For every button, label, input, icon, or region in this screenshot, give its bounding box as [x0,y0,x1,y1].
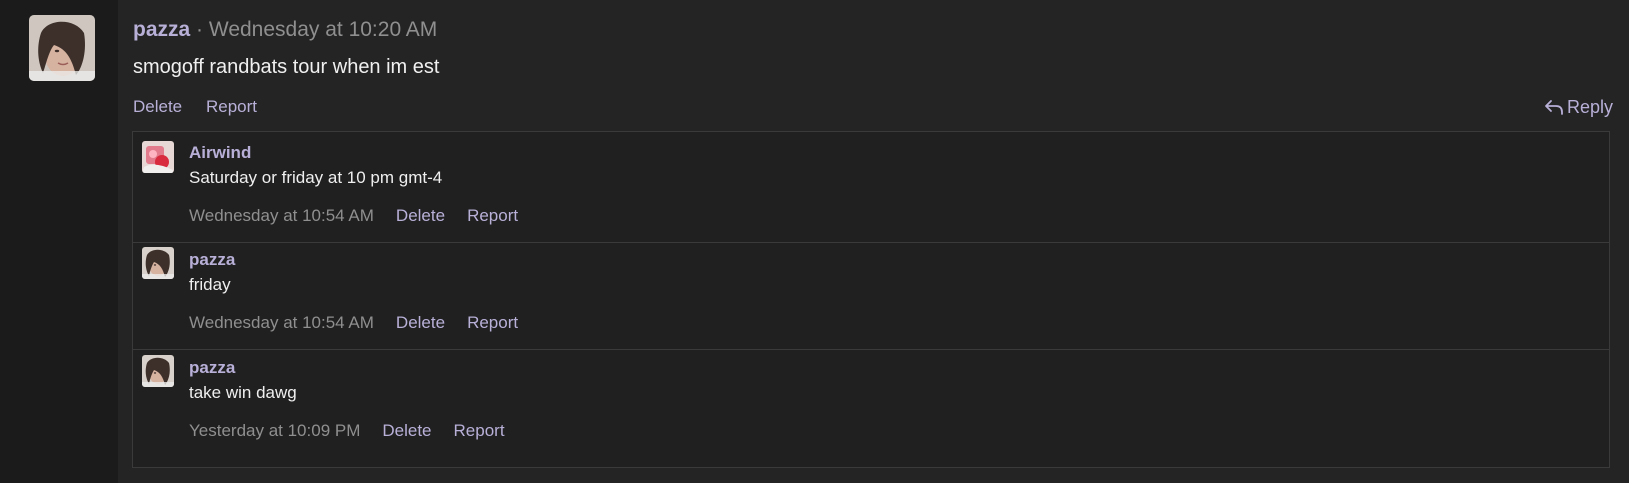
profile-photo-icon [142,247,174,279]
profile-photo-icon [29,15,95,81]
reply-author[interactable]: pazza [189,357,235,379]
post-header: pazza · Wednesday at 10:20 AM [133,16,437,44]
report-post-button[interactable]: Report [206,96,257,118]
post-author[interactable]: pazza [133,18,190,41]
post-timestamp: Wednesday at 10:20 AM [208,18,438,41]
reply-button[interactable]: Reply [1544,96,1613,118]
reply-label: Reply [1567,97,1614,117]
reply-meta: Wednesday at 10:54 AM Delete Report [189,205,518,227]
reply-arrow-icon [1545,100,1563,115]
delete-reply-button[interactable]: Delete [382,420,431,442]
delete-post-button[interactable]: Delete [133,96,182,118]
airwind-avatar[interactable] [142,141,174,173]
report-reply-button[interactable]: Report [467,205,518,227]
post-body: smogoff randbats tour when im est [133,56,440,78]
reply-meta: Wednesday at 10:54 AM Delete Report [189,312,518,334]
reply-author[interactable]: Airwind [189,142,251,164]
pazza-avatar[interactable] [29,15,95,81]
report-reply-button[interactable]: Report [454,420,505,442]
delete-reply-button[interactable]: Delete [396,312,445,334]
report-reply-button[interactable]: Report [467,312,518,334]
reply-item: pazza friday Wednesday at 10:54 AM Delet… [133,239,1609,350]
reply-text: friday [189,275,231,294]
reply-item: Airwind Saturday or friday at 10 pm gmt-… [133,132,1609,243]
reply-meta: Yesterday at 10:09 PM Delete Report [189,420,505,442]
pazza-avatar-small[interactable] [142,247,174,279]
reply-text: take win dawg [189,383,297,402]
comment-thread-view: pazza · Wednesday at 10:20 AM smogoff ra… [0,0,1629,483]
reply-timestamp: Wednesday at 10:54 AM [189,313,374,332]
pazza-avatar-small[interactable] [142,355,174,387]
profile-photo-icon [142,141,174,173]
profile-photo-icon [142,355,174,387]
reply-text: Saturday or friday at 10 pm gmt-4 [189,168,443,187]
reply-thread: Airwind Saturday or friday at 10 pm gmt-… [132,131,1610,468]
delete-reply-button[interactable]: Delete [396,205,445,227]
reply-item: pazza take win dawg Yesterday at 10:09 P… [133,347,1609,460]
reply-timestamp: Yesterday at 10:09 PM [189,421,361,440]
reply-author[interactable]: pazza [189,249,235,271]
reply-timestamp: Wednesday at 10:54 AM [189,206,374,225]
header-separator: · [196,18,204,41]
